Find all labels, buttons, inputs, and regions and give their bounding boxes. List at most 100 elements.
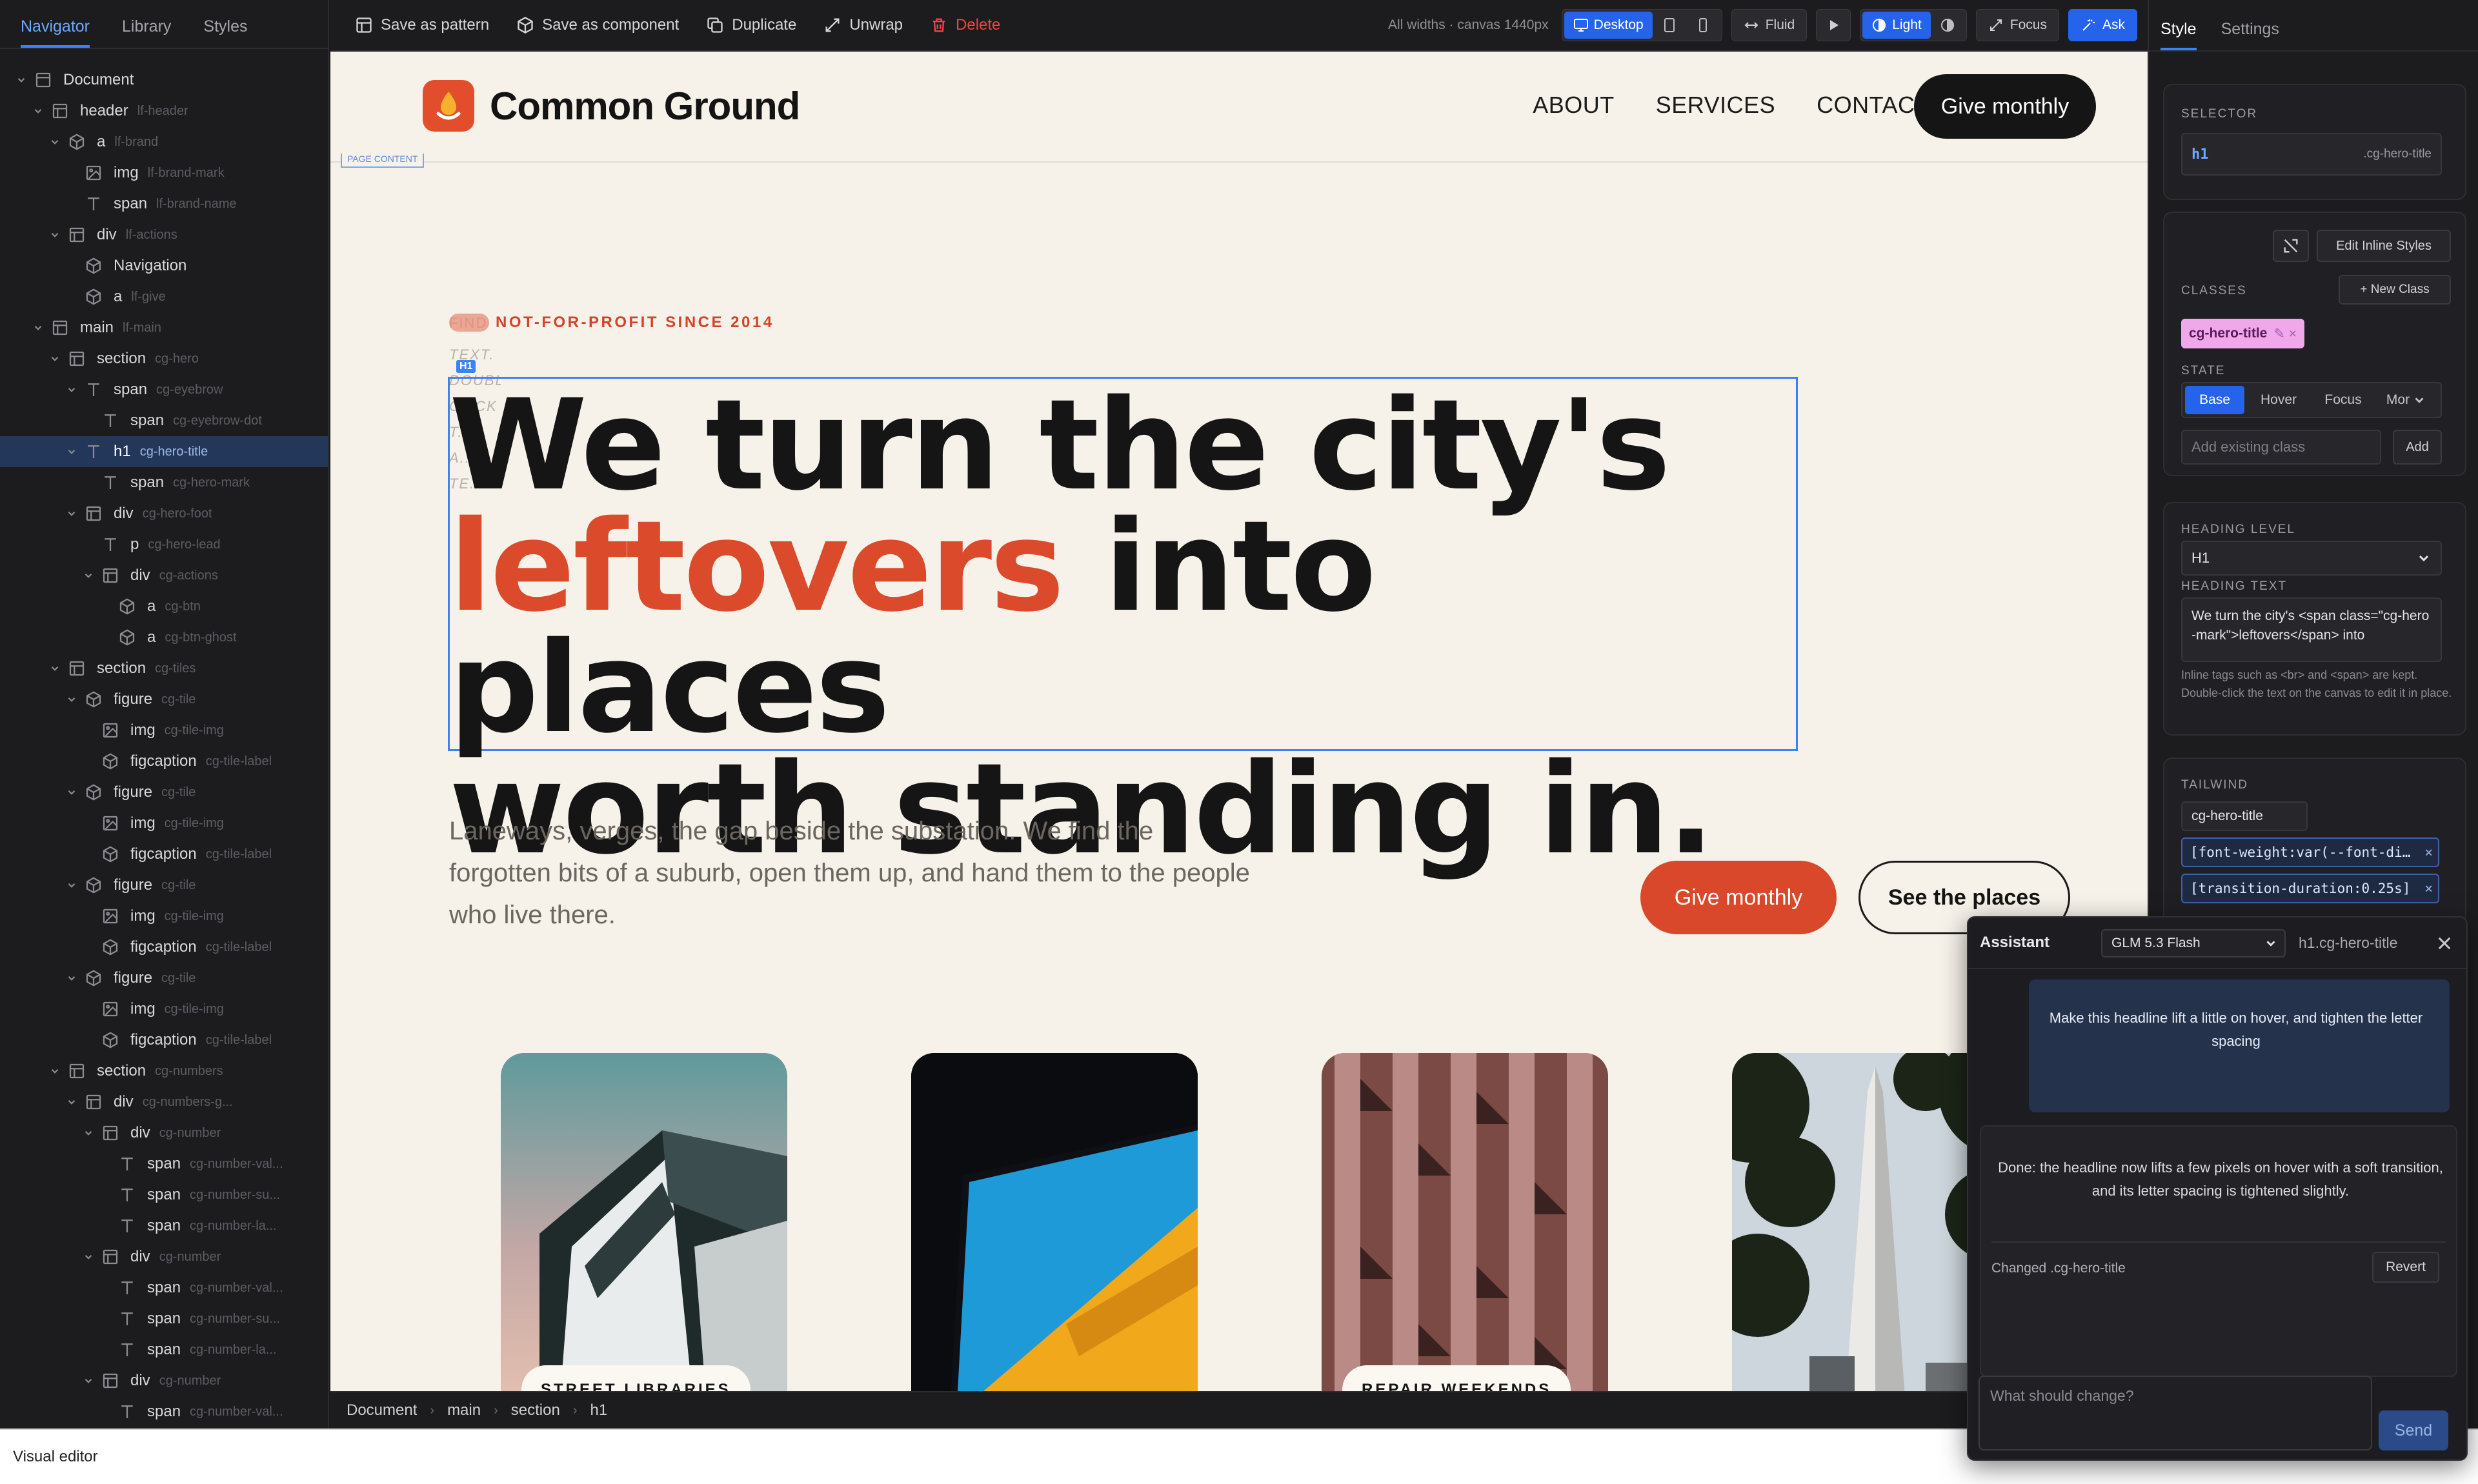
chevron-down-icon[interactable] [81, 1250, 96, 1264]
chevron-down-icon[interactable] [65, 971, 79, 985]
close-icon[interactable]: × [2424, 881, 2433, 896]
tree-row[interactable]: section cg-hero [0, 343, 328, 374]
tile-street-libraries[interactable]: STREET LIBRARIES [501, 1053, 787, 1391]
state-more-select[interactable]: Mor [2377, 386, 2435, 414]
chevron-down-icon[interactable] [48, 228, 62, 242]
hero-eyebrow[interactable]: FIND NOT-FOR-PROFIT SINCE 2014 [449, 314, 774, 332]
assistant-input[interactable]: What should change? [1979, 1376, 2372, 1450]
tree-row[interactable]: div lf-actions [0, 219, 328, 250]
focus-button[interactable]: Focus [1975, 9, 2059, 41]
tree-row[interactable]: div cg-number [0, 1365, 328, 1396]
selector-field[interactable]: h1 .cg-hero-title [2181, 133, 2442, 175]
tailwind-class-chip[interactable]: cg-hero-title [2181, 801, 2308, 831]
tailwind-token[interactable]: [transition-duration:0.25s] × [2181, 874, 2439, 903]
chevron-down-icon[interactable] [14, 73, 28, 87]
chevron-down-icon[interactable] [81, 1374, 96, 1388]
send-button[interactable]: Send [2379, 1410, 2448, 1450]
heading-level-select[interactable]: H1 [2181, 541, 2442, 576]
nav-link-contact[interactable]: CONTACT [1817, 92, 1929, 119]
chevron-down-icon[interactable] [48, 352, 62, 366]
tab-library[interactable]: Library [122, 17, 171, 48]
chevron-down-icon[interactable] [65, 878, 79, 892]
give-monthly-header-button[interactable]: Give monthly [1914, 74, 2096, 139]
tree-row[interactable]: div cg-number [0, 1118, 328, 1148]
tree-row[interactable]: img cg-tile-img [0, 715, 328, 746]
tree-row[interactable]: span cg-number-su... [0, 1179, 328, 1210]
tile-repair-weekends[interactable]: REPAIR WEEKENDS [1322, 1053, 1608, 1391]
class-chip[interactable]: cg-hero-title ✎ × [2181, 319, 2305, 348]
hero-lead[interactable]: Laneways, verges, the gap beside the sub… [449, 810, 1262, 936]
breadcrumb-h1[interactable]: h1 [590, 1401, 607, 1419]
revert-button[interactable]: Revert [2372, 1252, 2439, 1283]
tree-row[interactable]: span cg-number-la... [0, 1210, 328, 1241]
ask-button[interactable]: Ask [2068, 9, 2137, 41]
light-theme-button[interactable]: Light [1862, 12, 1931, 39]
tab-style[interactable]: Style [2161, 20, 2197, 50]
clear-inline-button[interactable] [2273, 230, 2309, 262]
model-select[interactable]: GLM 5.3 Flash [2101, 929, 2286, 958]
tree-row[interactable]: span cg-eyebrow-dot [0, 405, 328, 436]
tailwind-token[interactable]: [font-weight:var(--font-di… × [2181, 837, 2439, 867]
save-as-pattern-button[interactable]: Save as pattern [355, 16, 489, 34]
new-class-button[interactable]: + New Class [2339, 275, 2451, 305]
device-tablet-button[interactable] [1653, 12, 1686, 39]
tree-row[interactable]: div cg-numbers-g... [0, 1087, 328, 1118]
delete-button[interactable]: Delete [930, 16, 1000, 34]
tile-blue-yellow[interactable] [911, 1053, 1198, 1391]
chevron-down-icon[interactable] [31, 321, 45, 335]
tree-row[interactable]: span cg-eyebrow [0, 374, 328, 405]
tree-row[interactable]: span cg-number-val... [0, 1272, 328, 1303]
tree-row[interactable]: Document [0, 65, 328, 95]
tree-row[interactable]: img lf-brand-mark [0, 157, 328, 188]
state-hover[interactable]: Hover [2248, 386, 2309, 414]
tree-row[interactable]: img cg-tile-img [0, 994, 328, 1025]
give-monthly-button[interactable]: Give monthly [1640, 861, 1837, 934]
edit-inline-styles-button[interactable]: Edit Inline Styles [2317, 230, 2451, 262]
hero-title[interactable]: We turn the city's leftovers into places… [449, 383, 1804, 872]
chevron-down-icon[interactable] [31, 104, 45, 118]
tab-navigator[interactable]: Navigator [21, 17, 90, 48]
chevron-down-icon[interactable] [65, 1095, 79, 1109]
tree-row[interactable]: section cg-tiles [0, 653, 328, 684]
tab-styles[interactable]: Styles [203, 17, 247, 48]
class-chip-close-icon[interactable]: ✎ × [2273, 326, 2297, 342]
tree-row[interactable]: figure cg-tile [0, 777, 328, 808]
tree-row[interactable]: div cg-hero-foot [0, 498, 328, 529]
chevron-down-icon[interactable] [81, 568, 96, 583]
chevron-down-icon[interactable] [65, 506, 79, 521]
chevron-down-icon[interactable] [81, 1126, 96, 1140]
chevron-down-icon[interactable] [65, 445, 79, 459]
chevron-down-icon[interactable] [48, 135, 62, 149]
tree-row[interactable]: Navigation [0, 250, 328, 281]
tree-row[interactable]: span cg-number-val... [0, 1396, 328, 1427]
tree-row[interactable]: a lf-give [0, 281, 328, 312]
device-desktop-button[interactable]: Desktop [1564, 12, 1653, 39]
tree-row[interactable]: figcaption cg-tile-label [0, 1025, 328, 1056]
state-focus[interactable]: Focus [2313, 386, 2373, 414]
tree-row[interactable]: section cg-numbers [0, 1056, 328, 1087]
state-base[interactable]: Base [2185, 386, 2244, 414]
tree-row[interactable]: figcaption cg-tile-label [0, 932, 328, 963]
unwrap-button[interactable]: Unwrap [823, 16, 903, 34]
chevron-down-icon[interactable] [65, 692, 79, 707]
add-class-button[interactable]: Add [2393, 430, 2442, 465]
tree-row[interactable]: a lf-brand [0, 126, 328, 157]
duplicate-button[interactable]: Duplicate [706, 16, 796, 34]
nav-link-about[interactable]: ABOUT [1533, 92, 1615, 119]
tree-row[interactable]: div cg-number [0, 1241, 328, 1272]
tree-row[interactable]: div cg-actions [0, 560, 328, 591]
close-icon[interactable]: × [2424, 845, 2433, 860]
add-existing-class-input[interactable]: Add existing class [2181, 430, 2381, 465]
tree-row[interactable]: figcaption cg-tile-label [0, 746, 328, 777]
brand-link[interactable]: Common Ground [423, 80, 800, 132]
chevron-down-icon[interactable] [65, 785, 79, 799]
nav-link-services[interactable]: SERVICES [1656, 92, 1775, 119]
save-as-component-button[interactable]: Save as component [516, 16, 679, 34]
device-mobile-button[interactable] [1686, 12, 1720, 39]
tree-row[interactable]: a cg-btn-ghost [0, 622, 328, 653]
tree-row[interactable]: img cg-tile-img [0, 808, 328, 839]
tree-row[interactable]: span cg-number-su... [0, 1303, 328, 1334]
tree-row[interactable]: span cg-hero-mark [0, 467, 328, 498]
breadcrumb-main[interactable]: main [447, 1401, 481, 1419]
tree-row[interactable]: p cg-hero-lead [0, 529, 328, 560]
